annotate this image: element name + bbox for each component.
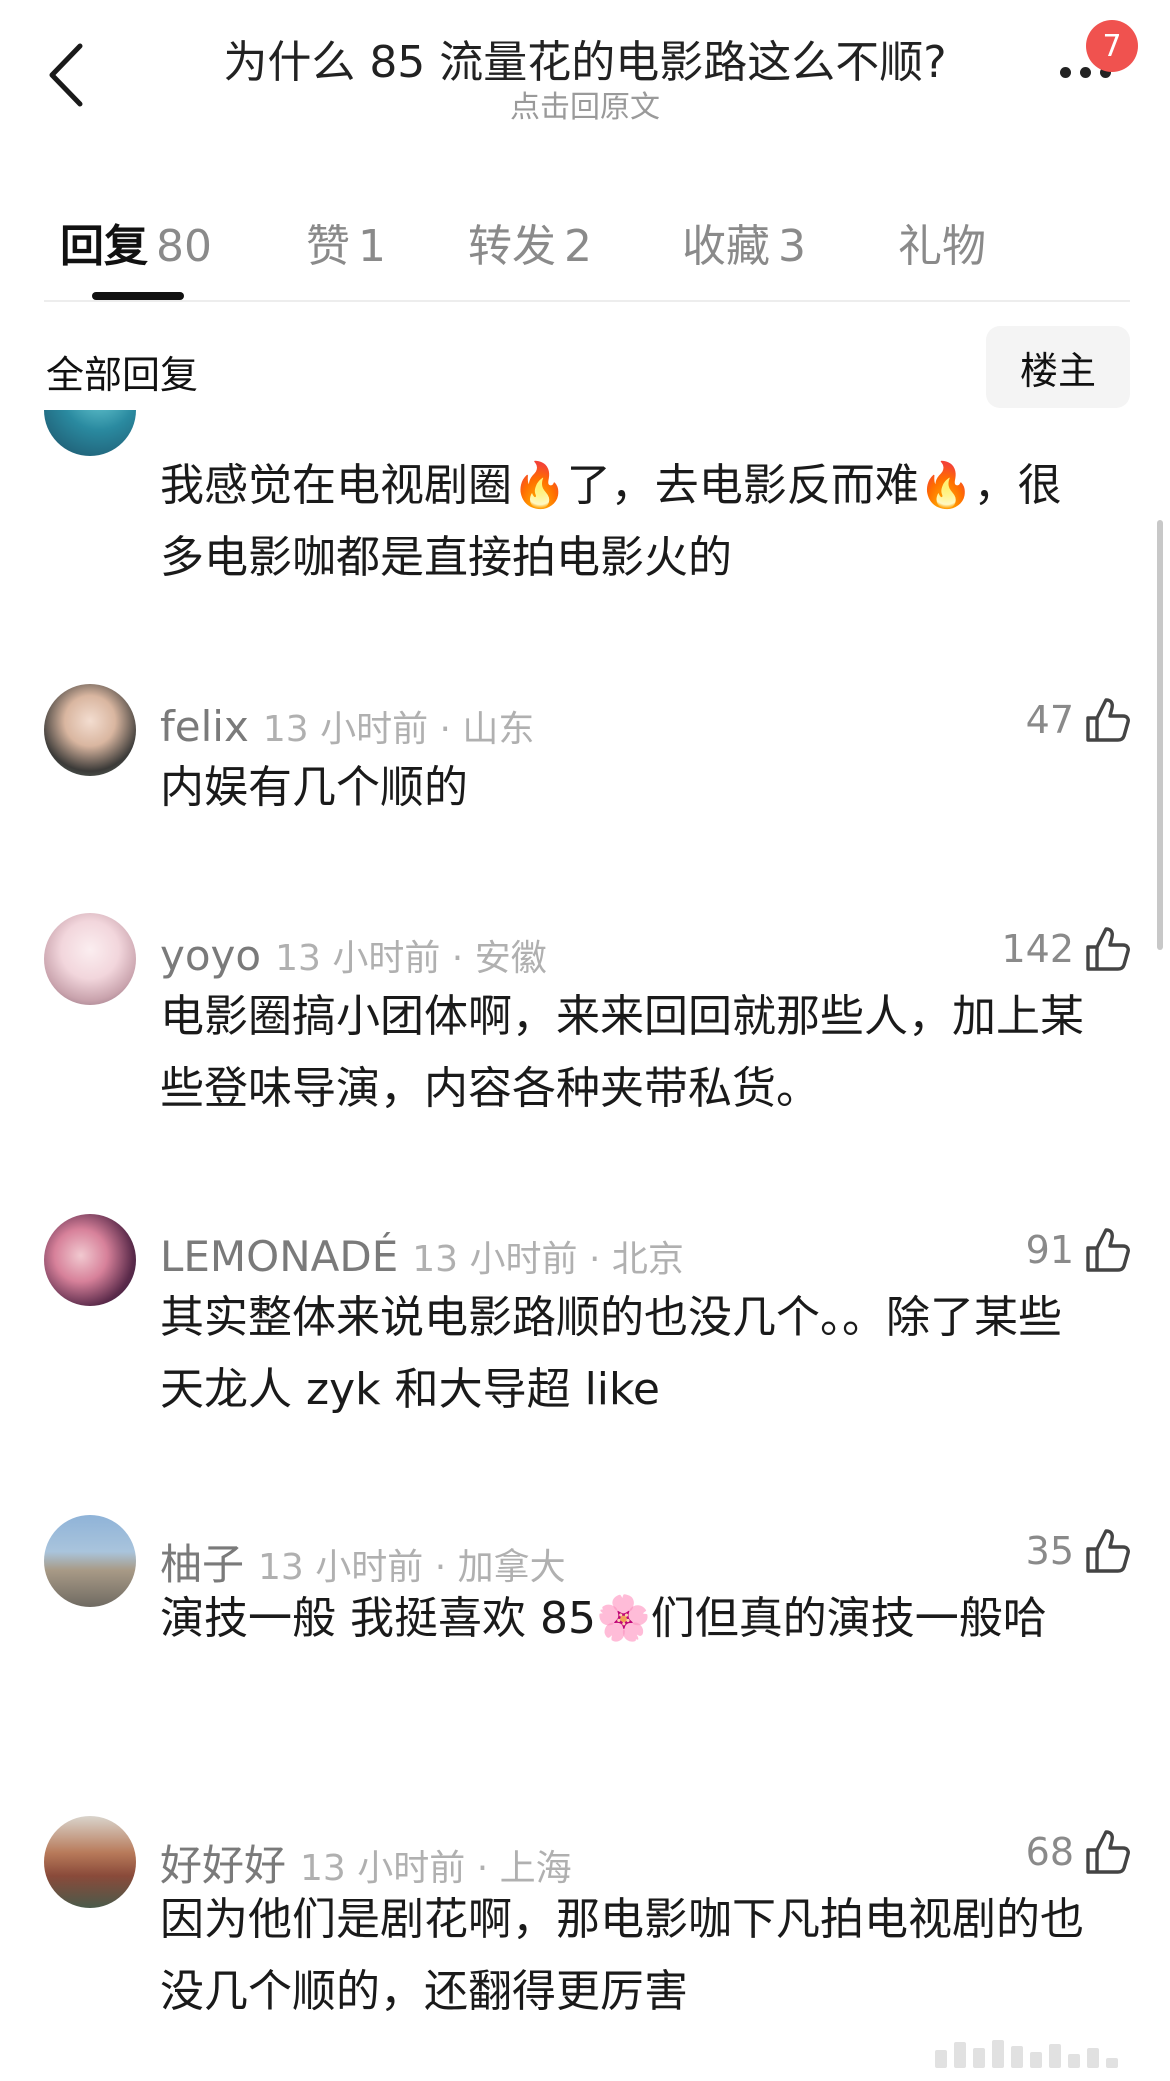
like-count: 35 [1025,1529,1074,1573]
scrollbar[interactable] [1157,520,1163,950]
comment-meta: yoyo 13 小时前 · 安徽 [160,929,547,981]
tab-count: 2 [564,221,592,272]
like-count: 91 [1025,1228,1074,1272]
username[interactable]: LEMONADÉ [160,1232,398,1281]
like-count: 47 [1025,698,1074,742]
avatar[interactable] [44,1214,136,1306]
comment-item[interactable]: felix 13 小时前 · 山东 47 内娱有几个顺的 [0,684,1170,834]
username[interactable]: yoyo [160,931,261,980]
comment-meta: LEMONADÉ 13 小时前 · 北京 [160,1230,684,1282]
all-replies-label[interactable]: 全部回复 [46,344,198,399]
tab-count: 80 [156,221,212,272]
avatar[interactable] [44,913,136,1005]
comment-text: 我感觉在电视剧圈🔥了，去电影反而难🔥，很多电影咖都是直接拍电影火的 [160,460,1062,583]
comment-meta: 柚子 13 小时前 · 加拿大 [160,1531,566,1589]
tab-likes[interactable]: 赞1 [306,210,386,274]
thumbs-up-icon [1086,1830,1130,1874]
tab-favorites[interactable]: 收藏 3 [682,210,806,274]
like-button[interactable]: 35 [1026,1527,1132,1575]
tab-gifts[interactable]: 礼物 [898,210,986,274]
time-location: 13 小时前 · 山东 [262,709,535,750]
tab-label: 赞 [306,221,350,272]
like-button[interactable]: 68 [1026,1828,1132,1876]
comment-text: 因为他们是剧花啊，那电影咖下凡拍电视剧的也没几个顺的，还翻得更厉害 [160,1894,1084,2017]
like-button[interactable]: 47 [1026,696,1132,744]
like-count: 68 [1025,1830,1074,1874]
comment-item[interactable]: 柚子 13 小时前 · 加拿大 35 演技一般 我挺喜欢 85🌸们但真的演技一般… [0,1515,1170,1745]
divider [44,300,1130,302]
comment-text: 其实整体来说电影路顺的也没几个。。除了某些天龙人 zyk 和大导超 like [160,1292,1062,1415]
avatar[interactable] [44,684,136,776]
tab-reposts[interactable]: 转发 2 [468,210,592,274]
thumbs-up-icon [1086,1228,1130,1272]
tab-label: 礼物 [898,221,986,272]
comment-item[interactable]: 我感觉在电视剧圈🔥了，去电影反而难🔥，很多电影咖都是直接拍电影火的 [0,410,1170,610]
time-location: 13 小时前 · 安徽 [275,938,547,979]
like-button[interactable]: 91 [1026,1226,1132,1274]
post-title[interactable]: 为什么 85 流量花的电影路这么不顺? [150,26,1020,90]
watermark-bars [935,2036,1135,2068]
chevron-left-icon [49,43,83,107]
comment-meta: felix 13 小时前 · 山东 [160,700,534,752]
thumbs-up-icon [1086,1529,1130,1573]
comment-item[interactable]: yoyo 13 小时前 · 安徽 142 电影圈搞小团体啊，来来回回就那些人，加… [0,913,1170,1143]
tab-count: 1 [358,221,386,272]
avatar[interactable] [44,1515,136,1607]
thumbs-up-icon [1086,927,1130,971]
top-bar: 为什么 85 流量花的电影路这么不顺? 点击回原文 7 [0,0,1170,150]
comment-text: 演技一般 我挺喜欢 85🌸们但真的演技一般哈 [160,1593,1047,1644]
tab-count: 3 [778,221,806,272]
comment-text: 电影圈搞小团体啊，来来回回就那些人，加上某些登味导演，内容各种夹带私货。 [160,991,1084,1114]
avatar[interactable] [44,1816,136,1908]
tab-label: 转发 [468,221,556,272]
more-dots-icon [1059,66,1071,78]
username[interactable]: felix [160,702,249,751]
notification-badge: 7 [1086,20,1138,72]
comment-item[interactable]: LEMONADÉ 13 小时前 · 北京 91 其实整体来说电影路顺的也没几个。… [0,1214,1170,1444]
comment-text: 内娱有几个顺的 [160,762,468,813]
thumbs-up-icon [1086,698,1130,742]
avatar[interactable] [44,410,136,456]
tab-label: 回复 [60,221,148,272]
owner-only-button[interactable]: 楼主 [986,326,1130,408]
tab-replies[interactable]: 回复 80 [60,210,212,274]
like-count: 142 [1001,927,1074,971]
active-tab-indicator [92,292,184,300]
comment-item[interactable]: 好好好 13 小时前 · 上海 68 因为他们是剧花啊，那电影咖下凡拍电视剧的也… [0,1816,1170,2046]
tab-bar: 回复 80 赞1 转发 2 收藏 3 礼物 [0,200,1170,300]
time-location: 13 小时前 · 北京 [412,1239,684,1280]
like-button[interactable]: 142 [1001,925,1132,973]
tab-label: 收藏 [682,221,770,272]
comment-meta: 好好好 13 小时前 · 上海 [160,1832,572,1890]
back-button[interactable] [36,30,96,120]
view-original-link[interactable]: 点击回原文 [150,82,1020,126]
